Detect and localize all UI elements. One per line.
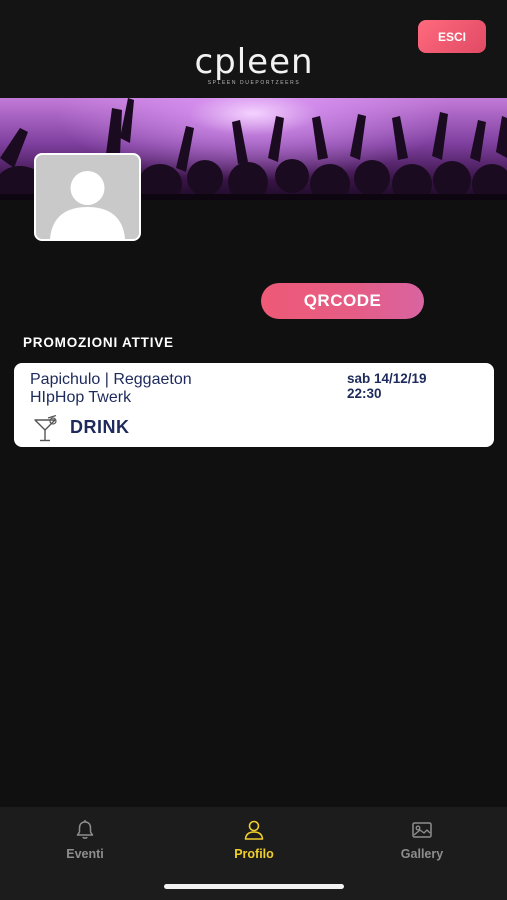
logout-button[interactable]: ESCI — [418, 20, 486, 53]
promotion-title-line: HIpHop Twerk — [30, 389, 132, 406]
spleen-logo: cpleen SPLEEN DUEPORTZEERS — [171, 44, 337, 88]
bell-icon — [76, 820, 94, 839]
home-indicator[interactable] — [164, 884, 344, 889]
cocktail-icon — [34, 415, 57, 442]
user-icon — [244, 820, 264, 840]
avatar[interactable] — [34, 153, 141, 241]
promotion-event-title: Papichulo | Reggaeton HIpHop Twerk — [30, 371, 330, 407]
tab-label: Profilo — [234, 847, 274, 861]
tab-label: Eventi — [66, 847, 104, 861]
promotion-date: sab 14/12/19 — [347, 371, 427, 386]
promotion-datetime: sab 14/12/19 22:30 — [347, 371, 487, 401]
tab-gallery[interactable]: Gallery — [362, 819, 482, 869]
user-placeholder-icon — [50, 171, 125, 239]
image-icon — [412, 822, 432, 838]
tab-label: Gallery — [400, 847, 444, 861]
app-header: cpleen SPLEEN DUEPORTZEERS ESCI — [0, 0, 507, 98]
tab-eventi[interactable]: Eventi — [25, 819, 145, 869]
section-title: PROMOZIONI ATTIVE — [23, 335, 174, 350]
promotion-card[interactable]: Papichulo | Reggaeton HIpHop Twerk sab 1… — [14, 363, 494, 447]
qrcode-button[interactable]: QRCODE — [261, 283, 424, 319]
logo-subtitle: SPLEEN DUEPORTZEERS — [207, 80, 301, 86]
profile-screen: cpleen SPLEEN DUEPORTZEERS ESCI QRCODE P… — [0, 0, 507, 900]
promotion-type: DRINK — [70, 417, 130, 437]
tab-profilo[interactable]: Profilo — [194, 819, 314, 869]
promotion-time: 22:30 — [347, 386, 382, 401]
promotion-title-line: Papichulo | Reggaeton — [30, 371, 192, 388]
logo-text: cpleen — [194, 42, 314, 82]
